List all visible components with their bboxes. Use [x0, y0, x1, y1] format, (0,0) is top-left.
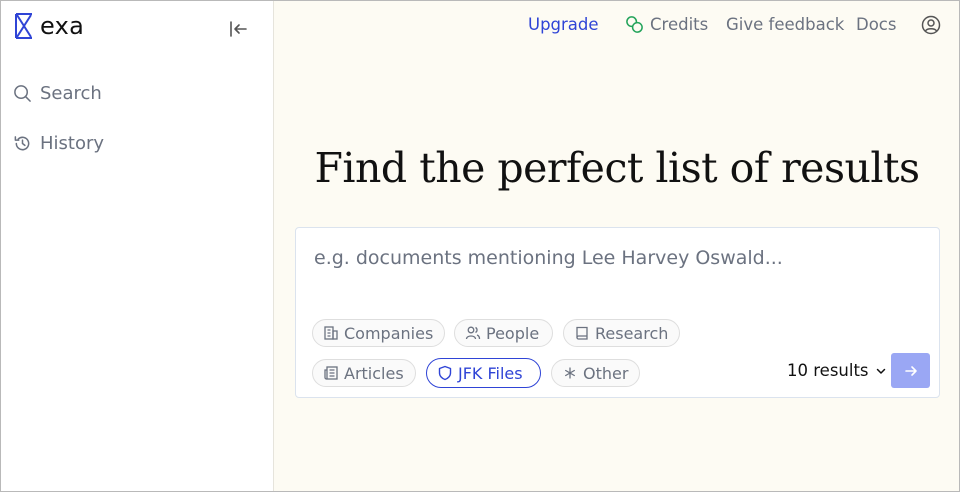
give-feedback-link[interactable]: Give feedback	[726, 15, 844, 34]
results-count-label: 10 results	[787, 361, 869, 380]
sidebar: exa Search History	[1, 1, 274, 491]
chip-label: People	[486, 323, 540, 343]
upgrade-link[interactable]: Upgrade	[528, 15, 599, 34]
search-input[interactable]	[312, 242, 916, 274]
chip-label: Companies	[344, 323, 434, 343]
shield-icon	[438, 365, 452, 381]
category-chip-articles[interactable]: Articles	[312, 359, 416, 387]
account-button[interactable]	[921, 15, 941, 39]
sidebar-item-label: History	[40, 133, 105, 154]
sidebar-item-history[interactable]: History	[13, 133, 104, 154]
exa-logo-icon	[15, 13, 32, 39]
search-panel: Companies People Research Articles	[295, 227, 940, 398]
brand-logo[interactable]: exa	[14, 13, 84, 39]
chevron-down-icon	[876, 368, 885, 374]
category-chip-other[interactable]: Other	[551, 359, 640, 387]
page-title: Find the perfect list of results	[314, 144, 920, 192]
user-circle-icon	[921, 15, 941, 35]
chip-label: Articles	[344, 363, 404, 383]
search-icon	[14, 85, 31, 102]
credits-label: Credits	[650, 15, 709, 34]
collapse-sidebar-button[interactable]	[227, 18, 249, 40]
chip-label: Research	[595, 323, 669, 343]
newspaper-icon	[324, 366, 338, 380]
category-chip-companies[interactable]: Companies	[312, 319, 445, 347]
credits-link[interactable]: Credits	[625, 15, 708, 34]
arrow-right-icon	[904, 365, 917, 376]
app-window: exa Search History Upgrade Credits Give …	[0, 0, 960, 492]
building-icon	[324, 326, 338, 340]
book-icon	[576, 326, 588, 340]
results-count-select[interactable]: 10 results	[787, 361, 887, 380]
category-chip-research[interactable]: Research	[563, 319, 680, 347]
sidebar-item-search[interactable]: Search	[13, 83, 102, 104]
category-chip-jfk-files[interactable]: JFK Files	[426, 358, 541, 388]
history-icon	[14, 136, 30, 151]
people-icon	[465, 326, 481, 340]
category-chip-people[interactable]: People	[454, 319, 553, 347]
chip-label: Other	[583, 363, 629, 383]
submit-search-button[interactable]	[891, 353, 930, 388]
collapse-left-icon	[230, 21, 247, 37]
chip-label: JFK Files	[458, 363, 523, 383]
brand-name: exa	[40, 12, 85, 40]
docs-link[interactable]: Docs	[856, 15, 896, 34]
sidebar-item-label: Search	[40, 83, 102, 104]
asterisk-icon	[565, 367, 575, 379]
credits-icon	[626, 16, 643, 33]
